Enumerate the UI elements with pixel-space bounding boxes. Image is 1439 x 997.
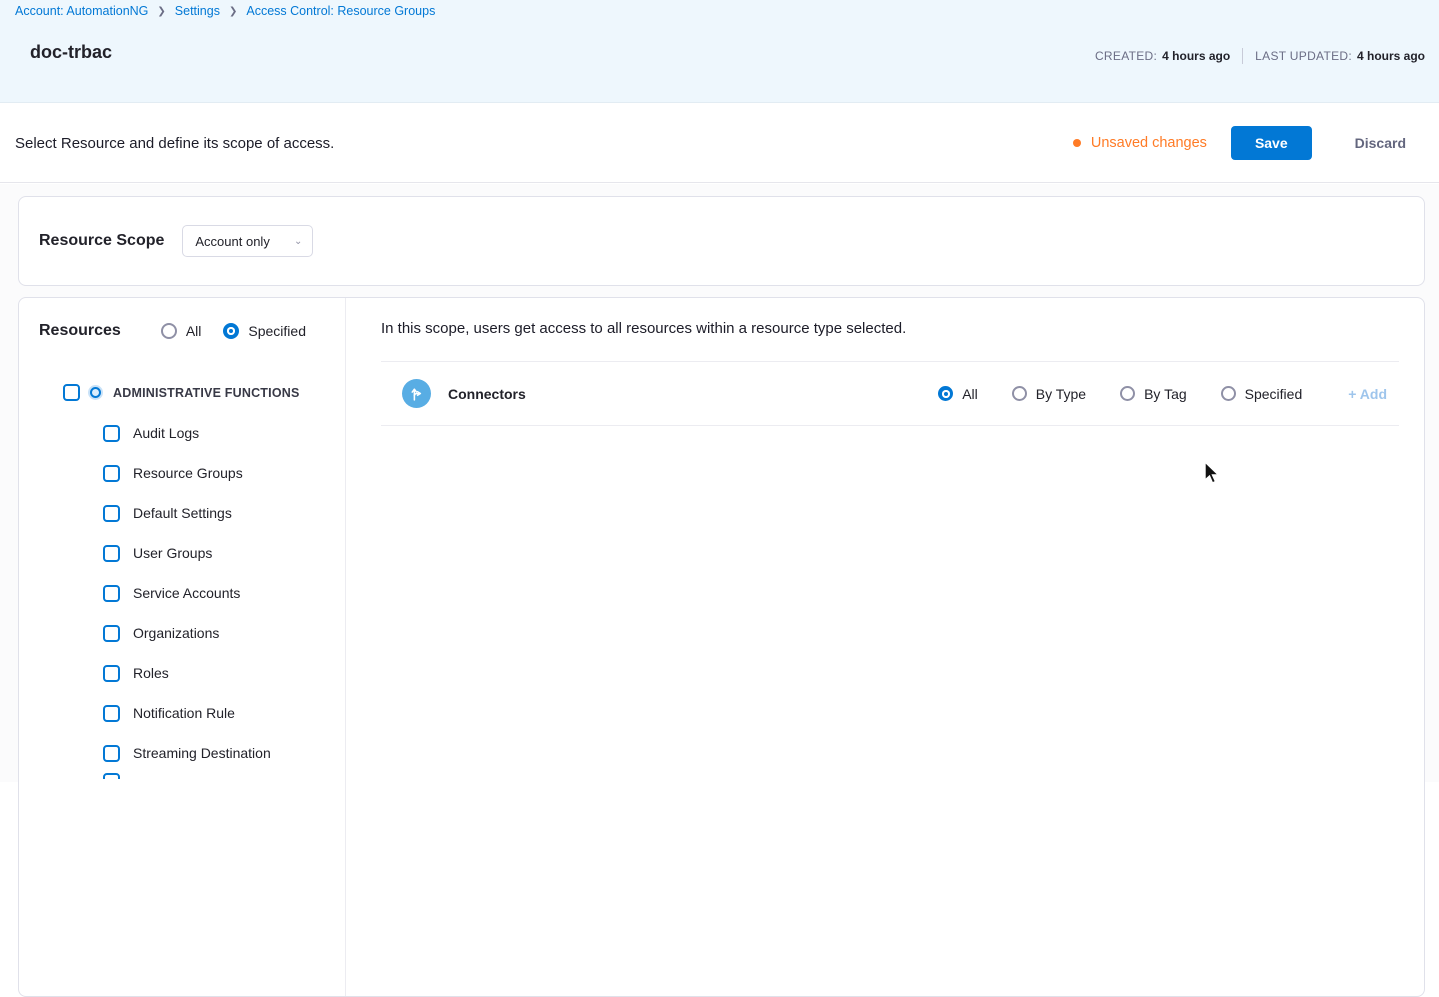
list-item-label: Default Settings xyxy=(133,505,232,521)
list-item-organizations[interactable]: Organizations xyxy=(103,613,345,653)
list-item-label: Organizations xyxy=(133,625,219,641)
list-item-label: Resource Groups xyxy=(133,465,243,481)
list-item-label: Audit Logs xyxy=(133,425,199,441)
radio-label: All xyxy=(962,386,978,402)
resource-scope-title: Resource Scope xyxy=(39,232,164,250)
connectors-option-all[interactable]: All xyxy=(938,386,978,402)
list-item-resource-groups[interactable]: Resource Groups xyxy=(103,453,345,493)
radio-connectors-all[interactable] xyxy=(938,386,953,401)
unsaved-changes-label: Unsaved changes xyxy=(1091,135,1207,151)
group-badge-icon xyxy=(88,385,103,400)
breadcrumb-settings-link[interactable]: Settings xyxy=(175,4,220,18)
breadcrumb-access-control-link[interactable]: Access Control: Resource Groups xyxy=(246,4,435,18)
list-item-user-groups[interactable]: User Groups xyxy=(103,533,345,573)
connectors-option-by-type[interactable]: By Type xyxy=(1012,386,1086,402)
resources-all-option[interactable]: All xyxy=(161,323,202,339)
chevron-down-icon: ⌄ xyxy=(294,236,302,247)
action-toolbar: Select Resource and define its scope of … xyxy=(0,104,1439,183)
checkbox[interactable] xyxy=(103,745,120,762)
list-item-streaming-destination[interactable]: Streaming Destination xyxy=(103,733,345,773)
list-item-service-accounts[interactable]: Service Accounts xyxy=(103,573,345,613)
breadcrumb-separator-icon: ❯ xyxy=(229,6,237,17)
list-item-label: Notification Rule xyxy=(133,705,235,721)
resources-card: Resources All Specified ADMINISTRATIVE F… xyxy=(18,297,1425,997)
page-body: Resource Scope Account only ⌄ Resources … xyxy=(0,184,1439,782)
unsaved-changes-indicator: Unsaved changes xyxy=(1073,135,1207,151)
checkbox[interactable] xyxy=(103,773,120,779)
breadcrumb: Account: AutomationNG ❯ Settings ❯ Acces… xyxy=(15,4,435,18)
list-item-label: Roles xyxy=(133,665,169,681)
created-label: CREATED: xyxy=(1095,49,1157,63)
breadcrumb-separator-icon: ❯ xyxy=(157,6,165,17)
checkbox[interactable] xyxy=(103,425,120,442)
checkbox[interactable] xyxy=(103,585,120,602)
radio-label: Specified xyxy=(1245,386,1303,402)
radio-all-label: All xyxy=(186,323,202,339)
radio-connectors-by-tag[interactable] xyxy=(1120,386,1135,401)
checkbox[interactable] xyxy=(103,705,120,722)
list-item-default-settings[interactable]: Default Settings xyxy=(103,493,345,533)
checkbox[interactable] xyxy=(103,545,120,562)
list-item-label: Streaming Destination xyxy=(133,745,271,761)
resource-checkbox-list: Audit Logs Resource Groups Default Setti… xyxy=(19,413,345,779)
meta-divider xyxy=(1242,48,1243,64)
header-meta: CREATED: 4 hours ago LAST UPDATED: 4 hou… xyxy=(1095,48,1425,64)
resources-sidebar: Resources All Specified ADMINISTRATIVE F… xyxy=(19,298,346,996)
breadcrumb-account-link[interactable]: Account: AutomationNG xyxy=(15,4,148,18)
unsaved-dot-icon xyxy=(1073,139,1081,147)
list-item-partial[interactable] xyxy=(103,773,345,779)
list-item-label: Service Accounts xyxy=(133,585,240,601)
last-updated-label: LAST UPDATED: xyxy=(1255,49,1352,63)
admin-functions-checkbox[interactable] xyxy=(63,384,80,401)
toolbar-description: Select Resource and define its scope of … xyxy=(15,135,334,152)
admin-functions-label: ADMINISTRATIVE FUNCTIONS xyxy=(113,386,300,400)
checkbox[interactable] xyxy=(103,465,120,482)
resource-scope-dropdown[interactable]: Account only ⌄ xyxy=(182,225,313,257)
discard-button[interactable]: Discard xyxy=(1337,126,1424,160)
last-updated-value: 4 hours ago xyxy=(1357,49,1425,63)
list-item-label: User Groups xyxy=(133,545,212,561)
radio-specified-label: Specified xyxy=(248,323,306,339)
list-item-audit-logs[interactable]: Audit Logs xyxy=(103,413,345,453)
checkbox[interactable] xyxy=(103,665,120,682)
connectors-label: Connectors xyxy=(448,386,526,402)
save-button[interactable]: Save xyxy=(1231,126,1312,160)
scope-detail-pane: In this scope, users get access to all r… xyxy=(346,298,1424,996)
page-header: Account: AutomationNG ❯ Settings ❯ Acces… xyxy=(0,0,1439,103)
resources-specified-option[interactable]: Specified xyxy=(223,323,306,339)
connectors-option-by-tag[interactable]: By Tag xyxy=(1120,386,1187,402)
resource-scope-dropdown-value: Account only xyxy=(195,234,269,249)
radio-label: By Tag xyxy=(1144,386,1187,402)
admin-functions-group: ADMINISTRATIVE FUNCTIONS xyxy=(63,384,345,401)
radio-label: By Type xyxy=(1036,386,1086,402)
connectors-scope-options: All By Type By Tag Specified + Add xyxy=(938,386,1399,402)
radio-connectors-specified[interactable] xyxy=(1221,386,1236,401)
radio-connectors-by-type[interactable] xyxy=(1012,386,1027,401)
created-value: 4 hours ago xyxy=(1162,49,1230,63)
radio-all[interactable] xyxy=(161,323,177,339)
resources-title: Resources xyxy=(39,322,121,340)
list-item-roles[interactable]: Roles xyxy=(103,653,345,693)
checkbox[interactable] xyxy=(103,625,120,642)
checkbox[interactable] xyxy=(103,505,120,522)
resource-scope-card: Resource Scope Account only ⌄ xyxy=(18,196,1425,286)
add-button[interactable]: + Add xyxy=(1348,386,1399,402)
page-title: doc-trbac xyxy=(30,42,112,63)
scope-info-text: In this scope, users get access to all r… xyxy=(381,320,1424,337)
list-item-notification-rule[interactable]: Notification Rule xyxy=(103,693,345,733)
connectors-icon xyxy=(402,379,431,408)
radio-specified[interactable] xyxy=(223,323,239,339)
connectors-option-specified[interactable]: Specified xyxy=(1221,386,1303,402)
connectors-row: Connectors All By Type By Tag xyxy=(381,361,1399,426)
